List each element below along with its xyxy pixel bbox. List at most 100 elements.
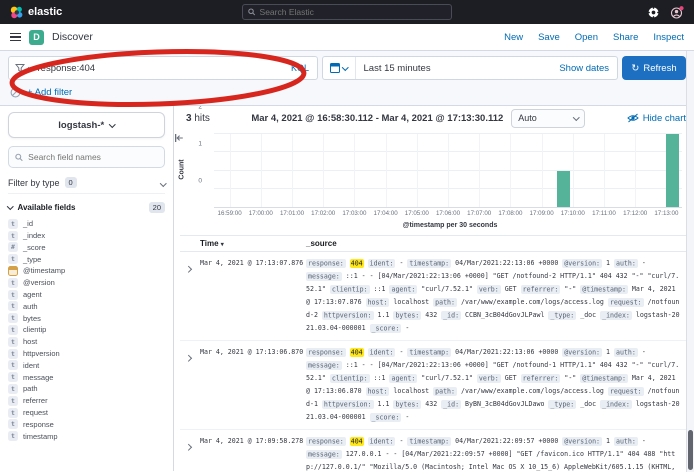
histogram-bar[interactable]: [557, 171, 569, 208]
index-pattern-select[interactable]: logstash-*: [8, 112, 165, 138]
field-name: request: [23, 408, 48, 417]
field-value: _doc: [580, 400, 596, 408]
field-value: localhost: [393, 298, 429, 306]
x-tick-label: 17:07:00: [467, 210, 491, 217]
show-dates-button[interactable]: Show dates: [551, 63, 617, 74]
expand-row-icon[interactable]: [186, 435, 200, 471]
field-value: -: [642, 437, 646, 445]
refresh-button[interactable]: ↻ Refresh: [622, 56, 686, 80]
chart-plot: [214, 134, 682, 208]
available-fields-header[interactable]: Available fields 20: [8, 200, 165, 214]
field-item[interactable]: t_id: [8, 218, 165, 230]
field-item[interactable]: tresponse: [8, 419, 165, 431]
field-value: "-": [564, 285, 576, 293]
refresh-icon: ↻: [631, 63, 639, 74]
string-field-icon: t: [8, 372, 18, 382]
save-button[interactable]: Save: [538, 32, 560, 43]
menu-icon[interactable]: [10, 33, 21, 42]
inspect-button[interactable]: Inspect: [653, 32, 684, 43]
highlighted-value: 404: [350, 437, 364, 446]
field-name: referrer: [23, 396, 48, 405]
hide-chart-button[interactable]: Hide chart: [627, 113, 686, 124]
filter-icon[interactable]: [15, 63, 25, 73]
global-search[interactable]: [242, 4, 452, 20]
user-avatar[interactable]: [670, 6, 684, 19]
sort-desc-icon: ▾: [221, 242, 224, 248]
share-button[interactable]: Share: [613, 32, 638, 43]
search-icon: [248, 8, 256, 16]
field-item[interactable]: tbytes: [8, 312, 165, 324]
field-search-input[interactable]: [28, 152, 158, 162]
field-chip: response:: [306, 259, 346, 268]
field-item[interactable]: t_type: [8, 253, 165, 265]
time-range-label[interactable]: Last 15 minutes: [356, 63, 552, 74]
x-tick-label: 17:10:00: [561, 210, 585, 217]
field-item[interactable]: tauth: [8, 301, 165, 313]
field-chip: host:: [366, 387, 390, 396]
vertical-scrollbar[interactable]: [686, 51, 694, 472]
field-search[interactable]: [8, 146, 165, 168]
field-chip: httpversion:: [322, 311, 374, 320]
field-item[interactable]: @timestamp: [8, 265, 165, 277]
open-button[interactable]: Open: [575, 32, 598, 43]
calendar-menu[interactable]: [323, 57, 356, 79]
fields-sidebar: logstash-* Filter by type 0 Available fi…: [0, 106, 174, 471]
field-chip: _index:: [600, 311, 632, 320]
saved-query-icon[interactable]: [10, 87, 21, 98]
field-item[interactable]: thost: [8, 336, 165, 348]
new-button[interactable]: New: [504, 32, 523, 43]
string-field-icon: t: [8, 231, 18, 241]
field-item[interactable]: tident: [8, 360, 165, 372]
field-name: agent: [23, 290, 42, 299]
filter-by-type[interactable]: Filter by type 0: [8, 174, 165, 194]
field-chip: agent:: [389, 285, 417, 294]
page-title: Discover: [52, 31, 93, 43]
x-tick-label: 17:05:00: [405, 210, 429, 217]
string-field-icon: t: [8, 337, 18, 347]
table-row: Mar 4, 2021 @ 17:13:06.870response: 404 …: [180, 341, 686, 430]
field-item[interactable]: tclientip: [8, 324, 165, 336]
table-row: Mar 4, 2021 @ 17:09:58.278response: 404 …: [180, 430, 686, 471]
scrollbar-thumb[interactable]: [688, 430, 693, 470]
field-chip: request:: [608, 298, 644, 307]
add-filter-button[interactable]: + Add filter: [27, 87, 72, 98]
settings-icon[interactable]: [647, 6, 660, 19]
time-column-header[interactable]: Time ▾: [200, 239, 306, 248]
string-field-icon: t: [8, 349, 18, 359]
field-item[interactable]: t_index: [8, 230, 165, 242]
expand-row-icon[interactable]: [186, 346, 200, 424]
field-item[interactable]: tmessage: [8, 371, 165, 383]
discover-main: 3 hits Mar 4, 2021 @ 16:58:30.112 - Mar …: [174, 106, 694, 471]
field-name: path: [23, 384, 38, 393]
elastic-logo[interactable]: elastic: [10, 6, 62, 19]
expand-row-icon[interactable]: [186, 257, 200, 335]
field-value: localhost: [393, 387, 429, 395]
field-item[interactable]: ttimestamp: [8, 430, 165, 442]
histogram-bar[interactable]: [666, 134, 678, 207]
x-tick-label: 17:03:00: [342, 210, 366, 217]
table-row: Mar 4, 2021 @ 17:13:07.876response: 404 …: [180, 252, 686, 341]
global-search-input[interactable]: [260, 7, 446, 17]
field-item[interactable]: t@version: [8, 277, 165, 289]
field-item[interactable]: thttpversion: [8, 348, 165, 360]
field-list: t_idt_index#_scoret_type@timestampt@vers…: [8, 218, 165, 442]
kql-toggle[interactable]: KQL: [289, 63, 311, 73]
field-value: -: [405, 413, 409, 421]
field-chip: timestamp:: [407, 437, 451, 446]
field-chip: clientip:: [330, 374, 370, 383]
field-chip: bytes:: [393, 311, 421, 320]
field-item[interactable]: tpath: [8, 383, 165, 395]
field-chip: request:: [608, 387, 644, 396]
string-field-icon: t: [8, 384, 18, 394]
field-chip: timestamp:: [407, 259, 451, 268]
query-bar[interactable]: KQL: [8, 56, 318, 80]
query-input[interactable]: [38, 63, 285, 74]
interval-select[interactable]: Auto: [511, 109, 585, 128]
field-item[interactable]: trequest: [8, 407, 165, 419]
field-item[interactable]: #_score: [8, 242, 165, 254]
field-chip: ident:: [368, 259, 396, 268]
x-tick-label: 17:08:00: [498, 210, 522, 217]
field-item[interactable]: treferrer: [8, 395, 165, 407]
field-item[interactable]: tagent: [8, 289, 165, 301]
field-value: ::1: [374, 285, 386, 293]
